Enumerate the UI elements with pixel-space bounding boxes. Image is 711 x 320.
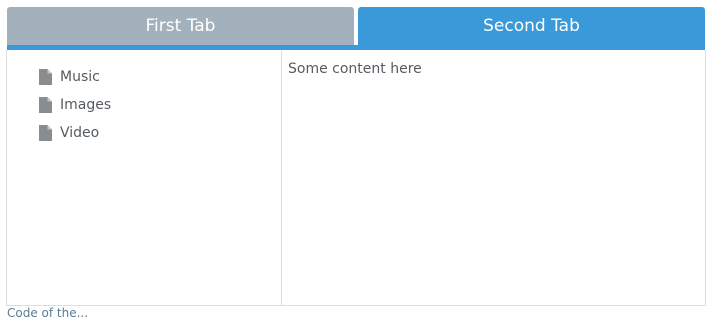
- sidebar-item-images[interactable]: Images: [7, 91, 281, 119]
- footer-text[interactable]: Code of the...: [7, 306, 88, 320]
- tab-first-label: First Tab: [145, 16, 216, 36]
- sidebar-item-video[interactable]: Video: [7, 119, 281, 147]
- tab-bar: First Tab Second Tab: [7, 7, 705, 45]
- tab-second[interactable]: Second Tab: [358, 7, 705, 45]
- file-icon: [39, 69, 52, 85]
- sidebar-item-label: Music: [60, 69, 100, 85]
- tab-first[interactable]: First Tab: [7, 7, 354, 45]
- sidebar-item-label: Video: [60, 125, 100, 141]
- file-icon: [39, 97, 52, 113]
- sidebar-item-label: Images: [60, 97, 112, 113]
- file-icon: [39, 125, 52, 141]
- file-sidebar: Music Images Video: [7, 50, 282, 305]
- tab-second-label: Second Tab: [483, 16, 580, 36]
- sidebar-item-music[interactable]: Music: [7, 63, 281, 91]
- tab-panel: Music Images Video Some content here: [6, 50, 706, 306]
- content-text: Some content here: [288, 61, 422, 77]
